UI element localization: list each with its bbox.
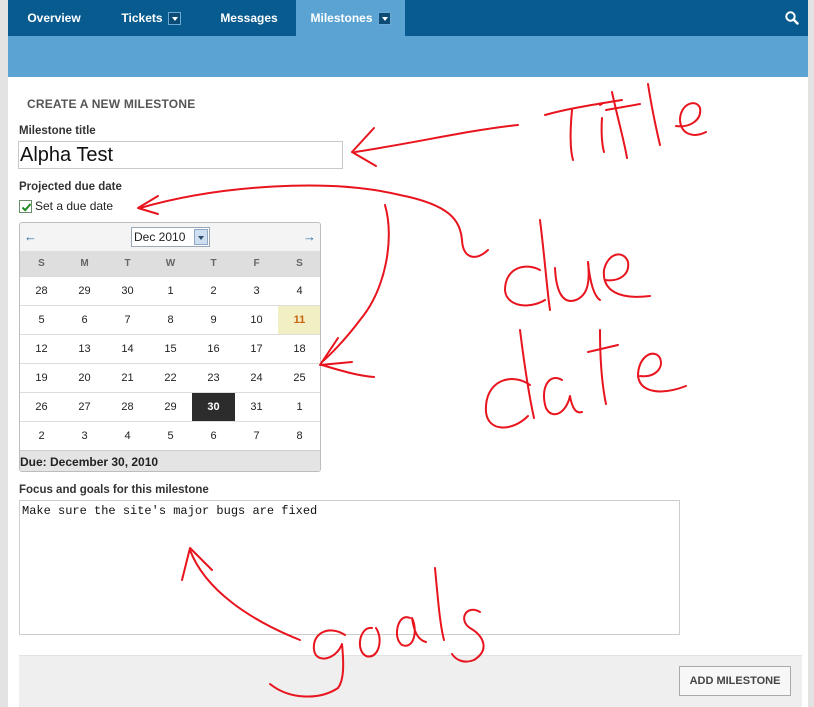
calendar-day[interactable]: 25 <box>278 363 320 392</box>
calendar-day[interactable]: 7 <box>235 421 278 450</box>
calendar-day[interactable]: 18 <box>278 334 320 363</box>
calendar-day[interactable]: 9 <box>192 305 235 334</box>
annotation-arrowhead-title <box>351 127 377 167</box>
calendar-day[interactable]: 3 <box>63 421 106 450</box>
tab-messages-label: Messages <box>220 11 278 25</box>
calendar-day[interactable]: 7 <box>106 305 149 334</box>
next-month-arrow-icon[interactable]: → <box>303 229 316 244</box>
annotation-word-due <box>504 219 651 311</box>
calendar-day[interactable]: 31 <box>235 392 278 421</box>
calendar-day[interactable]: 4 <box>106 421 149 450</box>
calendar-day[interactable]: 23 <box>192 363 235 392</box>
calendar-day[interactable]: 5 <box>149 421 192 450</box>
weekday-label: M <box>80 258 89 269</box>
calendar-day[interactable]: 24 <box>235 363 278 392</box>
check-icon <box>21 202 32 212</box>
prev-month-arrow-icon[interactable]: ← <box>24 229 37 244</box>
calendar-day[interactable]: 14 <box>106 334 149 363</box>
annotation-curve-lower <box>321 204 390 363</box>
weekday-label: W <box>165 258 176 269</box>
calendar-day[interactable]: 10 <box>235 305 278 334</box>
chevron-down-icon[interactable] <box>194 229 208 245</box>
calendar-day[interactable]: 30 <box>192 392 235 421</box>
tab-overview-label: Overview <box>27 11 81 25</box>
calendar-day[interactable]: 3 <box>235 276 278 305</box>
tab-milestones[interactable]: Milestones <box>296 0 405 36</box>
calendar-day[interactable]: 4 <box>278 276 320 305</box>
weekday-label: F <box>253 258 260 269</box>
calendar-day[interactable]: 20 <box>63 363 106 392</box>
tab-tickets-label: Tickets <box>121 11 163 25</box>
month-select[interactable]: Dec 2010 <box>131 227 210 247</box>
milestone-title-input[interactable] <box>18 141 343 169</box>
annotation-arrowhead-calendar <box>319 337 353 366</box>
weekday-label: S <box>296 258 303 269</box>
goals-label: Focus and goals for this milestone <box>19 484 209 496</box>
due-date-checkbox-label: Set a due date <box>35 199 114 213</box>
calendar-day[interactable]: 28 <box>106 392 149 421</box>
weekday-label: T <box>210 258 217 269</box>
calendar-day[interactable]: 1 <box>278 392 320 421</box>
calendar-day[interactable]: 28 <box>20 276 63 305</box>
due-date-label: Projected due date <box>19 181 122 193</box>
calendar-day[interactable]: 11 <box>278 305 320 334</box>
calendar-day[interactable]: 1 <box>149 276 192 305</box>
calendar-day[interactable]: 6 <box>192 421 235 450</box>
calendar-day[interactable]: 2 <box>20 421 63 450</box>
calendar-day[interactable]: 16 <box>192 334 235 363</box>
tab-messages[interactable]: Messages <box>202 0 296 36</box>
month-select-value: Dec 2010 <box>134 230 186 244</box>
calendar-day[interactable]: 13 <box>63 334 106 363</box>
calendar-day[interactable]: 2 <box>192 276 235 305</box>
annotation-tail <box>321 364 375 378</box>
due-date-summary: Due: December 30, 2010 <box>20 450 320 471</box>
weekday-header-row: SMTWTFS <box>20 251 320 276</box>
calendar-days-grid: 28 29 30 1 2 3 4 5 6 7 8 9 10 11 12 13 14 15 16 17 18 19 20 21 2… <box>20 276 320 450</box>
weekday-label: T <box>124 258 131 269</box>
sub-navigation-bar <box>8 36 808 77</box>
annotation-word-title <box>544 83 707 161</box>
due-date-checkbox-row[interactable]: Set a due date <box>19 199 113 213</box>
tab-overview[interactable]: Overview <box>8 0 100 36</box>
milestone-title-label: Milestone title <box>19 125 96 137</box>
window-frame-right <box>808 0 814 707</box>
top-navigation: Overview Tickets Messages Milestones <box>8 0 808 36</box>
chevron-down-icon[interactable] <box>377 11 391 25</box>
tab-tickets[interactable]: Tickets <box>100 0 202 36</box>
annotation-arrowhead-checkbox <box>137 195 159 215</box>
chevron-down-icon[interactable] <box>167 11 181 25</box>
date-picker: ← Dec 2010 → SMTWTFS 28 29 30 1 2 3 4 5 6 7 8 9 10 11… <box>19 222 321 472</box>
tab-milestones-label: Milestones <box>310 11 373 25</box>
calendar-day[interactable]: 8 <box>278 421 320 450</box>
calendar-day[interactable]: 17 <box>235 334 278 363</box>
window-frame-left <box>0 0 8 707</box>
calendar-day[interactable]: 6 <box>63 305 106 334</box>
calendar-day[interactable]: 29 <box>63 276 106 305</box>
calendar-day[interactable]: 8 <box>149 305 192 334</box>
search-icon[interactable] <box>784 10 800 26</box>
calendar-day[interactable]: 12 <box>20 334 63 363</box>
goals-textarea[interactable]: Make sure the site's major bugs are fixe… <box>19 500 680 635</box>
calendar-day[interactable]: 27 <box>63 392 106 421</box>
annotation-word-date <box>484 329 687 429</box>
calendar-day[interactable]: 19 <box>20 363 63 392</box>
calendar-day[interactable]: 26 <box>20 392 63 421</box>
calendar-day[interactable]: 22 <box>149 363 192 392</box>
calendar-header: ← Dec 2010 → <box>20 223 320 251</box>
calendar-day[interactable]: 5 <box>20 305 63 334</box>
calendar-day[interactable]: 29 <box>149 392 192 421</box>
page-title: CREATE A NEW MILESTONE <box>27 97 196 111</box>
annotation-arrow-title <box>354 124 519 153</box>
calendar-day[interactable]: 21 <box>106 363 149 392</box>
add-milestone-button[interactable]: ADD MILESTONE <box>679 666 791 696</box>
form-action-bar: ADD MILESTONE <box>19 655 802 707</box>
weekday-label: S <box>38 258 45 269</box>
due-date-checkbox[interactable] <box>19 199 32 213</box>
calendar-day[interactable]: 15 <box>149 334 192 363</box>
calendar-day[interactable]: 30 <box>106 276 149 305</box>
